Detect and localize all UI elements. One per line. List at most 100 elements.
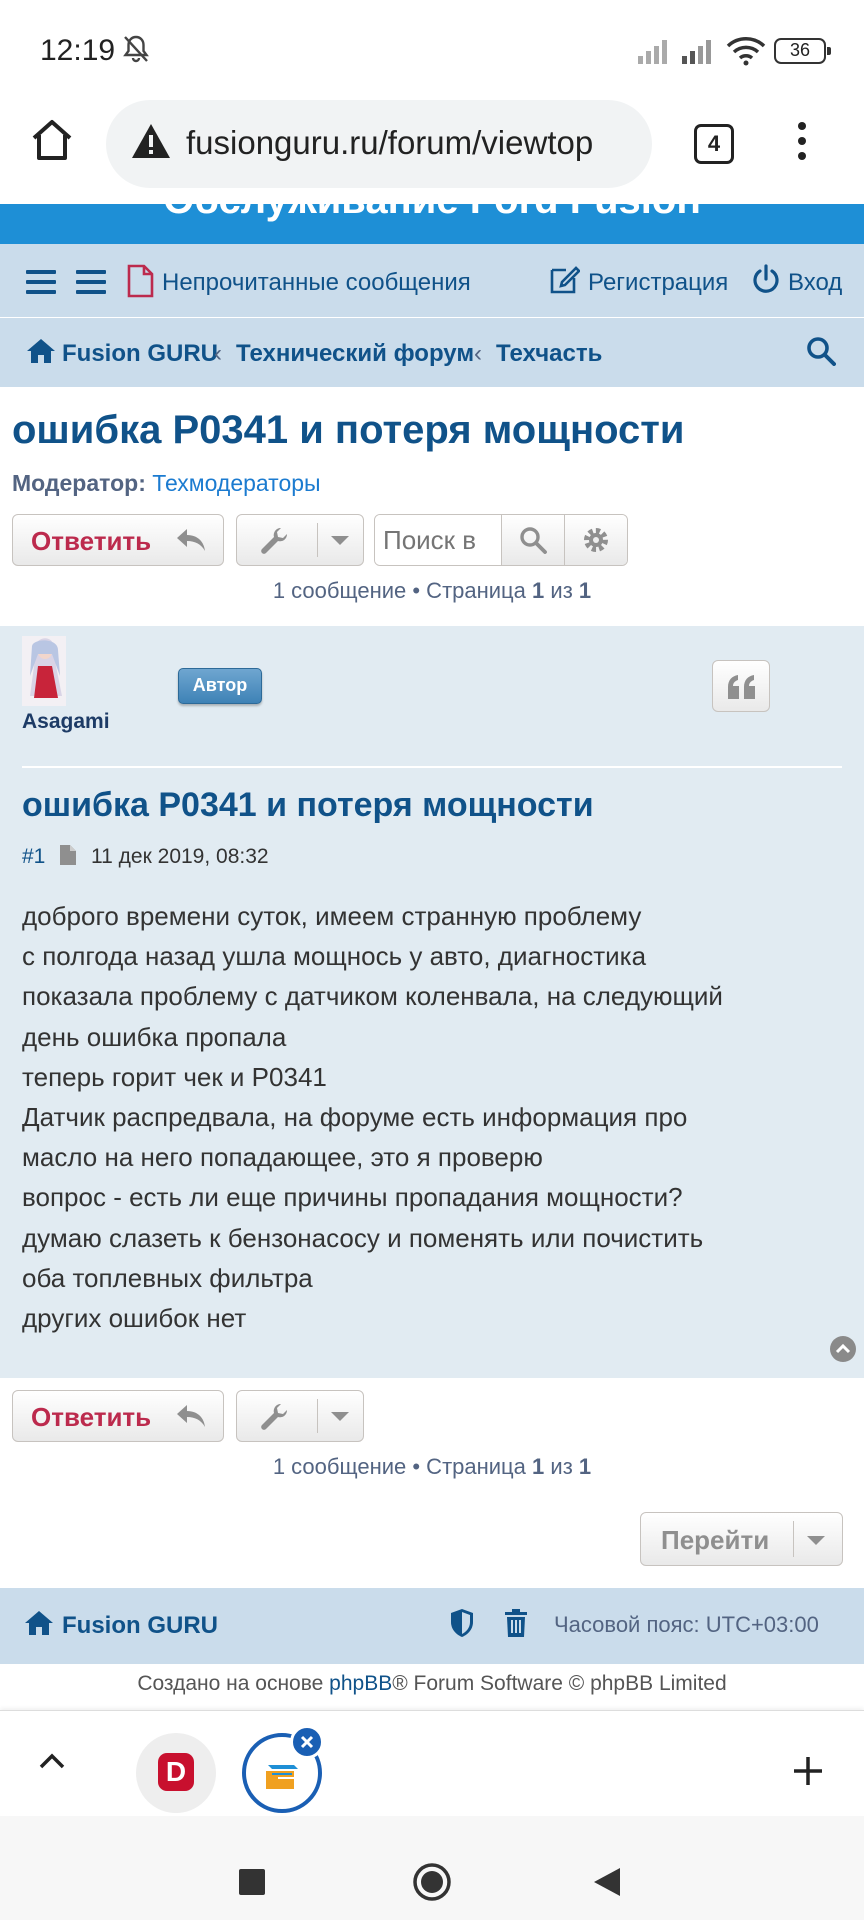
- post-line: вопрос - есть ли еще причины пропадания …: [22, 1182, 683, 1213]
- breadcrumb-tech-forum[interactable]: Технический форум: [236, 340, 474, 368]
- home-icon[interactable]: [30, 118, 74, 162]
- topic-search: [374, 514, 628, 566]
- nav-register-link[interactable]: Регистрация: [588, 269, 728, 297]
- footer-home-link[interactable]: Fusion GURU: [62, 1612, 218, 1640]
- reply-button-bottom[interactable]: Ответить: [12, 1390, 224, 1442]
- topic-title[interactable]: ошибка P0341 и потеря мощности: [12, 408, 684, 453]
- breadcrumb-home[interactable]: Fusion GURU: [62, 340, 218, 368]
- tab-switcher-button[interactable]: 4: [694, 124, 734, 164]
- chevron-up-icon[interactable]: [38, 1751, 66, 1771]
- post-divider: [22, 766, 842, 768]
- home-circle-icon[interactable]: [412, 1862, 452, 1902]
- chevron-down-icon: [807, 1536, 825, 1545]
- status-bar: 12:19 36: [0, 0, 864, 100]
- recents-icon[interactable]: [238, 1868, 266, 1896]
- quote-button[interactable]: [712, 660, 770, 712]
- unread-file-icon[interactable]: [126, 264, 154, 298]
- browser-toolbar: fusionguru.ru/forum/viewtop 4: [0, 100, 864, 204]
- reply-button-label: Ответить: [31, 1402, 152, 1432]
- reply-arrow-icon: [177, 1405, 205, 1427]
- browser-tab-bar: D: [0, 1710, 864, 1816]
- pagination-bottom: 1 сообщение • Страница 1 из 1: [272, 1454, 592, 1479]
- moderator-link[interactable]: Техмодераторы: [152, 470, 320, 496]
- post-line: теперь горит чек и P0341: [22, 1061, 327, 1092]
- post-line: оба топлевных фильтра: [22, 1262, 313, 1293]
- back-to-top-button[interactable]: [830, 1336, 856, 1362]
- signal-icon: [638, 40, 667, 64]
- tab-dzen[interactable]: D: [136, 1733, 216, 1813]
- trash-icon[interactable]: [504, 1608, 528, 1638]
- wifi-icon: [726, 37, 766, 66]
- home-icon[interactable]: [26, 338, 56, 364]
- new-tab-icon[interactable]: [792, 1755, 824, 1787]
- forum-navbar: Непрочитанные сообщения Регистрация Вход…: [0, 244, 864, 387]
- power-icon[interactable]: [752, 264, 780, 294]
- warning-icon[interactable]: [130, 122, 172, 160]
- close-icon: [300, 1735, 314, 1749]
- post-date: 11 дек 2019, 08:32: [91, 845, 269, 868]
- breadcrumb-techpart[interactable]: Техчасть: [496, 340, 602, 368]
- reply-arrow-icon: [177, 529, 205, 551]
- bell-muted-icon: [123, 35, 149, 63]
- nav-unread-link[interactable]: Непрочитанные сообщения: [162, 269, 471, 297]
- post-content: доброго времени суток, имеем странную пр…: [22, 896, 852, 1338]
- post-line: доброго времени суток, имеем странную пр…: [22, 901, 642, 931]
- post-line: показала проблему с датчиком коленвала, …: [22, 981, 723, 1012]
- close-tab-button[interactable]: [290, 1725, 324, 1759]
- footer-navbar: Fusion GURU Часовой пояс: UTC+03:00: [0, 1588, 864, 1664]
- post: Asagami Автор ошибка P0341 и потеря мощн…: [0, 626, 864, 1378]
- signal-icon-2: [682, 40, 711, 64]
- wrench-icon: [261, 1403, 288, 1430]
- edit-icon[interactable]: [550, 264, 580, 294]
- menu-icon[interactable]: [76, 270, 106, 294]
- post-number-link[interactable]: #1: [22, 845, 45, 868]
- file-icon: [60, 845, 77, 865]
- reply-button-label: Ответить: [31, 526, 152, 556]
- pagination-top: 1 сообщение • Страница 1 из 1: [272, 578, 592, 603]
- author-badge: Автор: [178, 668, 262, 704]
- reply-button[interactable]: Ответить: [12, 514, 224, 566]
- battery-indicator: 36: [774, 38, 831, 64]
- wrench-icon: [261, 527, 288, 554]
- topic-tools-button[interactable]: [236, 514, 364, 566]
- quote-icon: [728, 675, 755, 699]
- more-menu-icon[interactable]: [792, 122, 812, 166]
- chevron-up-icon: [835, 1343, 851, 1354]
- breadcrumb-separator: ‹: [474, 340, 482, 367]
- home-icon[interactable]: [24, 1610, 54, 1636]
- timezone-text: Часовой пояс: UTC+03:00: [554, 1612, 819, 1637]
- avatar[interactable]: [22, 636, 66, 706]
- moderator-label: Модератор:: [12, 470, 146, 496]
- advanced-search-button[interactable]: [564, 515, 627, 565]
- address-bar[interactable]: fusionguru.ru/forum/viewtop: [106, 100, 652, 188]
- post-line: с полгода назад ушла мощнось у авто, диа…: [22, 941, 647, 972]
- post-author[interactable]: Asagami: [22, 710, 110, 734]
- topic-tools-button-bottom[interactable]: [236, 1390, 364, 1442]
- breadcrumb-separator: ‹: [214, 340, 222, 367]
- phpbb-link[interactable]: phpBB: [329, 1672, 392, 1695]
- post-line: думаю слазеть к бензонасосу и поменять и…: [22, 1222, 704, 1253]
- site-favicon-icon: [266, 1765, 298, 1789]
- back-icon[interactable]: [592, 1866, 622, 1898]
- search-icon: [520, 527, 547, 554]
- system-navigation-bar: [0, 1816, 864, 1920]
- site-header: Обслуживание Ford Fusion: [0, 204, 864, 244]
- gear-icon: [584, 528, 608, 552]
- post-line: масло на него попадающее, это я проверю: [22, 1142, 543, 1173]
- quick-links-menu-icon[interactable]: [26, 270, 56, 294]
- jump-to-label: Перейти: [661, 1525, 770, 1555]
- shield-icon[interactable]: [450, 1608, 474, 1638]
- moderator-line: Модератор: Техмодераторы: [12, 470, 321, 497]
- url-text[interactable]: fusionguru.ru/forum/viewtop: [186, 124, 593, 162]
- chevron-down-icon: [331, 536, 349, 545]
- nav-login-link[interactable]: Вход: [788, 269, 842, 297]
- chevron-down-icon: [331, 1412, 349, 1421]
- post-line: других ошибок нет: [22, 1303, 247, 1334]
- topic-search-input[interactable]: [375, 515, 501, 565]
- post-title[interactable]: ошибка P0341 и потеря мощности: [22, 786, 594, 825]
- jump-to-button[interactable]: Перейти: [640, 1512, 843, 1566]
- post-meta: #1 11 дек 2019, 08:32: [22, 844, 269, 869]
- tab-logo: D: [158, 1753, 194, 1791]
- search-button[interactable]: [501, 515, 564, 565]
- search-icon[interactable]: [806, 336, 836, 366]
